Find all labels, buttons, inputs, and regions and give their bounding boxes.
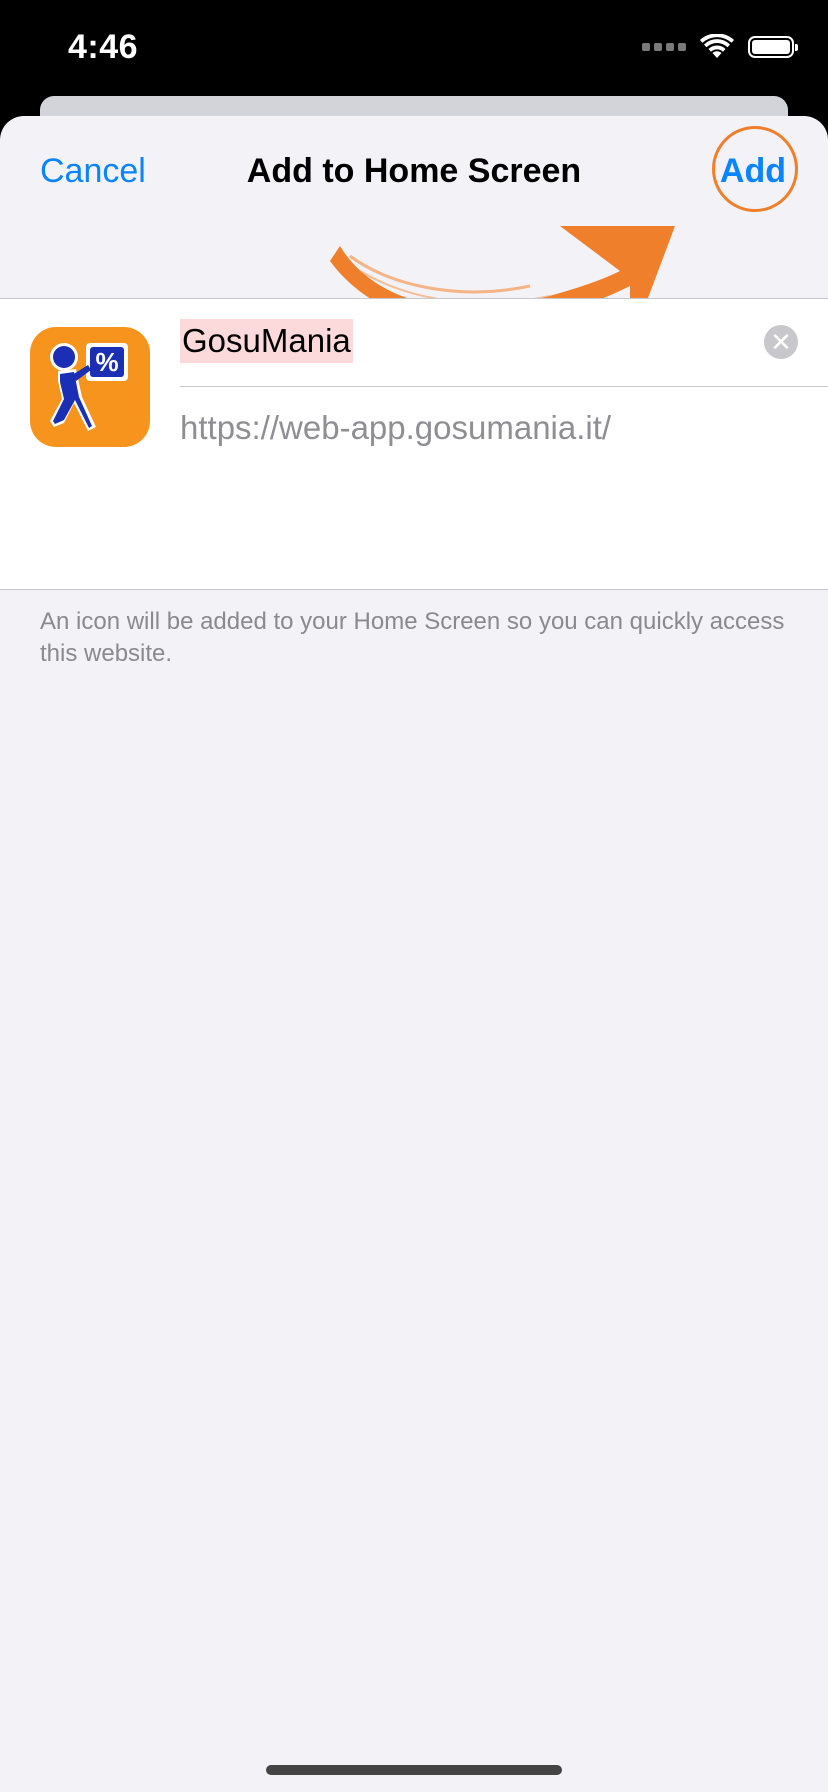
add-button[interactable]: Add bbox=[720, 152, 786, 191]
url-row: https://web-app.gosumania.it/ bbox=[180, 387, 828, 475]
name-input[interactable]: GosuMania bbox=[180, 319, 353, 363]
svg-text:%: % bbox=[95, 347, 118, 377]
status-bar: 4:46 bbox=[0, 0, 828, 96]
add-to-home-sheet: Cancel Add to Home Screen Add % GosuMani… bbox=[0, 116, 828, 1792]
footer-description: An icon will be added to your Home Scree… bbox=[40, 608, 785, 667]
battery-icon bbox=[748, 36, 798, 58]
status-time: 4:46 bbox=[68, 28, 139, 66]
signal-icon bbox=[642, 43, 686, 51]
url-text: https://web-app.gosumania.it/ bbox=[180, 409, 612, 446]
bookmark-details-group: % GosuMania ✕ https://web-app.gosumania.… bbox=[0, 298, 828, 590]
home-indicator[interactable] bbox=[266, 1765, 562, 1775]
name-field-row: GosuMania ✕ bbox=[180, 299, 828, 387]
gosumania-app-icon: % bbox=[30, 327, 150, 447]
app-icon-figure: % bbox=[50, 343, 128, 431]
status-icons bbox=[642, 34, 798, 60]
clear-icon[interactable]: ✕ bbox=[764, 325, 798, 359]
wifi-icon bbox=[700, 34, 734, 58]
nav-bar: Cancel Add to Home Screen Add bbox=[0, 116, 828, 346]
page-title: Add to Home Screen bbox=[246, 152, 582, 190]
